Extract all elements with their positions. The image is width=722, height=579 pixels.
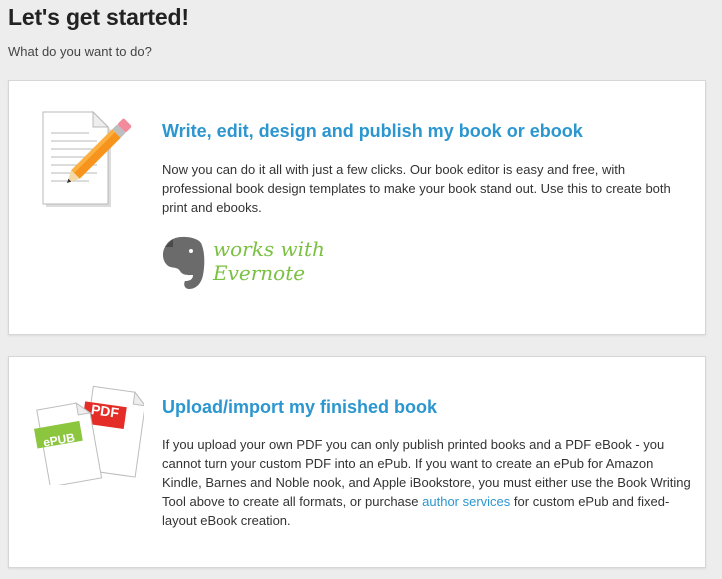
- write-book-option-description: Now you can do it all with just a few cl…: [162, 162, 671, 215]
- evernote-badge-line2: Evernote: [213, 261, 306, 285]
- upload-book-option-title[interactable]: Upload/import my finished book: [162, 397, 437, 418]
- document-pencil-icon: [39, 109, 141, 209]
- page-subtitle: What do you want to do?: [8, 44, 152, 59]
- epub-pdf-files-icon: PDF ePUB: [29, 383, 147, 488]
- works-with-evernote-badge: works with Evernote: [159, 231, 379, 295]
- works-with-evernote-text: works with Evernote: [213, 237, 325, 285]
- write-book-option-card[interactable]: Write, edit, design and publish my book …: [8, 80, 706, 335]
- evernote-badge-line1: works with: [213, 237, 325, 261]
- write-book-option-title[interactable]: Write, edit, design and publish my book …: [162, 121, 583, 142]
- author-services-link[interactable]: author services: [422, 494, 510, 509]
- upload-book-option-description: If you upload your own PDF you can only …: [162, 435, 692, 530]
- evernote-elephant-icon: [159, 235, 209, 291]
- page-title: Let's get started!: [8, 4, 189, 30]
- upload-book-option-card[interactable]: PDF ePUB Upload/import my finished book …: [8, 356, 706, 568]
